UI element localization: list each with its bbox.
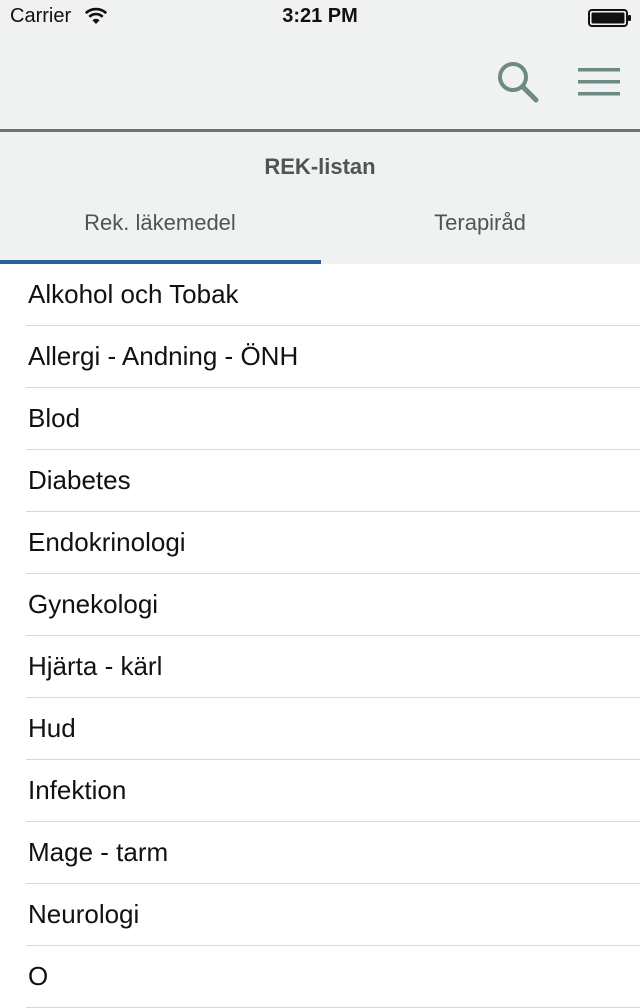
list-item[interactable]: Blod [26,388,640,450]
navigation-bar [0,40,640,132]
list-item[interactable]: Endokrinologi [26,512,640,574]
list-item[interactable]: Mage - tarm [26,822,640,884]
page-title: REK-listan [264,154,376,179]
list-item[interactable]: Diabetes [26,450,640,512]
search-icon[interactable] [494,58,542,106]
list-item[interactable]: Neurologi [26,884,640,946]
list-item[interactable]: Infektion [26,760,640,822]
status-bar: Carrier 3:21 PM [0,0,640,40]
list-item[interactable]: Hjärta - kärl [26,636,640,698]
status-time: 3:21 PM [282,5,358,27]
battery-icon [588,9,631,27]
list-item[interactable]: Allergi - Andning - ÖNH [26,326,640,388]
list-item[interactable]: Alkohol och Tobak [26,264,640,326]
list-item[interactable]: Gynekologi [26,574,640,636]
page-header: REK-listan Rek. läkemedel Terapiråd [0,132,640,264]
hamburger-menu-icon[interactable] [576,64,622,100]
list-item[interactable]: O [26,946,640,1008]
tab-terapirad[interactable]: Terapiråd [320,210,640,264]
category-list: Alkohol och Tobak Allergi - Andning - ÖN… [0,264,640,1008]
tab-rek-lakemedel[interactable]: Rek. läkemedel [0,210,320,264]
list-item[interactable]: Hud [26,698,640,760]
